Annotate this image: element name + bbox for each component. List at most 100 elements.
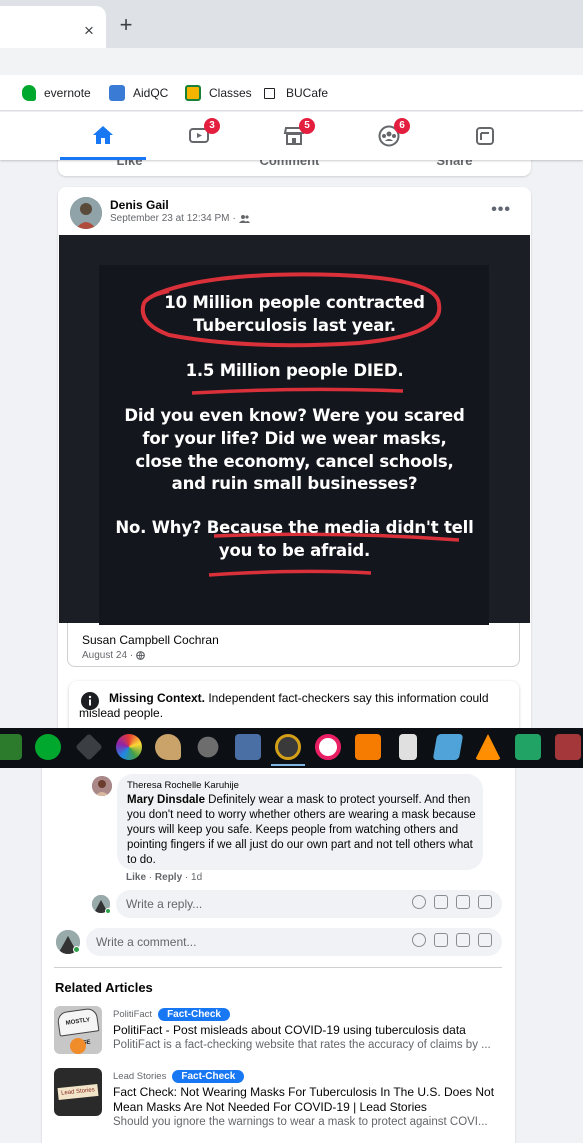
bookmarks-bar: evernote AidQC Classes BUCafe: [0, 75, 583, 111]
meme-line-4: Did you even know? Were you scared: [124, 406, 465, 425]
post-author[interactable]: Denis Gail: [110, 198, 169, 212]
fact-check-badge: Fact-Check: [158, 1008, 230, 1021]
aidqc-icon: [109, 85, 125, 101]
sticker-icon[interactable]: [478, 895, 492, 909]
meme-line-1: 10 Million people contracted: [164, 293, 425, 312]
close-tab-icon[interactable]: ×: [80, 22, 98, 40]
app-icon-globe[interactable]: [275, 734, 301, 760]
commenter-avatar[interactable]: [92, 776, 112, 796]
bookmark-evernote[interactable]: evernote: [22, 83, 91, 103]
nav-marketplace[interactable]: 5: [251, 112, 337, 160]
article-title[interactable]: Fact Check: Not Wearing Masks For Tuberc…: [113, 1085, 503, 1115]
article-source: Lead Stories Fact-Check: [113, 1070, 245, 1083]
section-divider: [54, 967, 502, 968]
excel-icon[interactable]: [515, 734, 541, 760]
bookmark-aidqc[interactable]: AidQC: [109, 83, 168, 103]
comment-time[interactable]: 1d: [191, 872, 202, 883]
post-date[interactable]: September 23 at 12:34 PM: [110, 213, 230, 224]
article-title[interactable]: PolitiFact - Post misleads about COVID-1…: [113, 1023, 503, 1038]
page-icon: [264, 87, 275, 99]
app-icon-colorwheel[interactable]: [116, 734, 142, 760]
app-icon-notes[interactable]: [432, 734, 464, 760]
meme-line-2: Tuberculosis last year.: [193, 316, 396, 335]
related-article[interactable]: Lead Stories Lead Stories Fact-Check Fac…: [54, 1068, 504, 1130]
meme-line-3: 1.5 Million people DIED.: [185, 361, 404, 380]
facebook-nav-bar: 3 5 6: [0, 112, 583, 160]
app-icon-microphone[interactable]: [399, 734, 417, 760]
article-description: PolitiFact is a fact-checking website th…: [113, 1039, 491, 1051]
nav-watch[interactable]: 3: [156, 112, 242, 160]
gaming-icon: [476, 127, 494, 145]
globe-icon: [136, 651, 146, 660]
meme-line-6: close the economy, cancel schools,: [135, 452, 454, 471]
app-icon-gimp[interactable]: [197, 736, 219, 758]
related-articles-title: Related Articles: [55, 980, 153, 995]
tagged-user[interactable]: Mary Dinsdale: [127, 794, 205, 806]
shared-author[interactable]: Susan Campbell Cochran: [82, 633, 219, 647]
browser-tab-strip: × +: [0, 0, 583, 48]
post-card: Denis Gail September 23 at 12:34 PM · ••…: [58, 187, 531, 747]
shared-post-attribution: Susan Campbell Cochran August 24 ·: [67, 623, 520, 667]
app-icon-video[interactable]: [235, 734, 261, 760]
avatar-photo: [70, 197, 102, 229]
meme-line-5: for your life? Did we wear masks,: [142, 429, 447, 448]
fact-check-badge: Fact-Check: [172, 1070, 245, 1083]
reply-comment-text: Mary Dinsdale Definitely wear a mask to …: [127, 794, 476, 866]
reply-input-icons: [412, 895, 492, 909]
watch-badge: 3: [204, 118, 220, 134]
marketplace-badge: 5: [299, 118, 315, 134]
meme-line-7: and ruin small businesses?: [171, 474, 418, 493]
emoji-icon[interactable]: [412, 895, 426, 909]
gif-icon[interactable]: [456, 933, 470, 947]
browser-toolbar: [0, 48, 583, 75]
itunes-icon[interactable]: [315, 734, 341, 760]
app-icon-player[interactable]: [355, 734, 381, 760]
classes-icon: [185, 85, 201, 101]
bookmark-bucafe[interactable]: BUCafe: [264, 83, 328, 103]
article-source: PolitiFact Fact-Check: [113, 1008, 230, 1021]
evernote-app-icon[interactable]: [35, 734, 61, 760]
article-thumbnail: MOSTLY FALSE: [54, 1006, 102, 1054]
comment-input-icons: [412, 933, 492, 947]
article-description: Should you ignore the warnings to wear a…: [113, 1116, 488, 1128]
os-taskbar: [0, 728, 583, 768]
vlc-icon[interactable]: [475, 734, 501, 760]
post-image[interactable]: 10 Million people contracted Tuberculosi…: [59, 235, 530, 625]
emoji-icon[interactable]: [412, 933, 426, 947]
camera-icon[interactable]: [434, 933, 448, 947]
commenter-name[interactable]: Theresa Rochelle Karuhije: [127, 780, 239, 791]
camera-icon[interactable]: [434, 895, 448, 909]
comment-reply-button[interactable]: Reply: [155, 872, 182, 883]
bookmark-classes[interactable]: Classes: [185, 83, 252, 103]
home-icon: [93, 125, 113, 144]
groups-badge: 6: [394, 118, 410, 134]
evernote-icon: [22, 85, 36, 101]
comment-like-button[interactable]: Like: [126, 872, 146, 883]
article-thumbnail: Lead Stories: [54, 1068, 102, 1116]
nav-home[interactable]: [60, 112, 146, 160]
app-icon-paint[interactable]: [155, 734, 181, 760]
access-icon[interactable]: [555, 734, 581, 760]
new-tab-button[interactable]: +: [116, 14, 136, 36]
sticker-icon[interactable]: [478, 933, 492, 947]
reply-comment-bubble: Theresa Rochelle Karuhije Mary Dinsdale …: [117, 774, 483, 870]
meme-line-9: you to be afraid.: [218, 541, 371, 560]
author-avatar[interactable]: [70, 197, 102, 229]
meme-line-8: No. Why? Because the media didn't tell: [115, 518, 474, 537]
shared-meta: August 24 ·: [82, 650, 146, 661]
fact-check-text: Missing Context. Independent fact-checke…: [109, 691, 489, 705]
nav-groups[interactable]: 6: [346, 112, 432, 160]
nav-gaming[interactable]: [442, 112, 528, 160]
app-icon-inkscape[interactable]: [75, 733, 103, 761]
post-meta: September 23 at 12:34 PM ·: [110, 213, 250, 224]
comment-input[interactable]: Write a comment...: [86, 928, 502, 956]
reply-input[interactable]: Write a reply...: [116, 890, 502, 918]
fact-check-text-cont: mislead people.: [79, 706, 164, 720]
browser-tab[interactable]: ×: [0, 6, 106, 48]
app-icon-charts[interactable]: [0, 734, 22, 760]
friends-icon: [238, 215, 250, 223]
active-app-indicator: [271, 764, 305, 766]
gif-icon[interactable]: [456, 895, 470, 909]
post-menu-button[interactable]: •••: [491, 201, 511, 219]
related-article[interactable]: MOSTLY FALSE PolitiFact Fact-Check Polit…: [54, 1006, 504, 1056]
